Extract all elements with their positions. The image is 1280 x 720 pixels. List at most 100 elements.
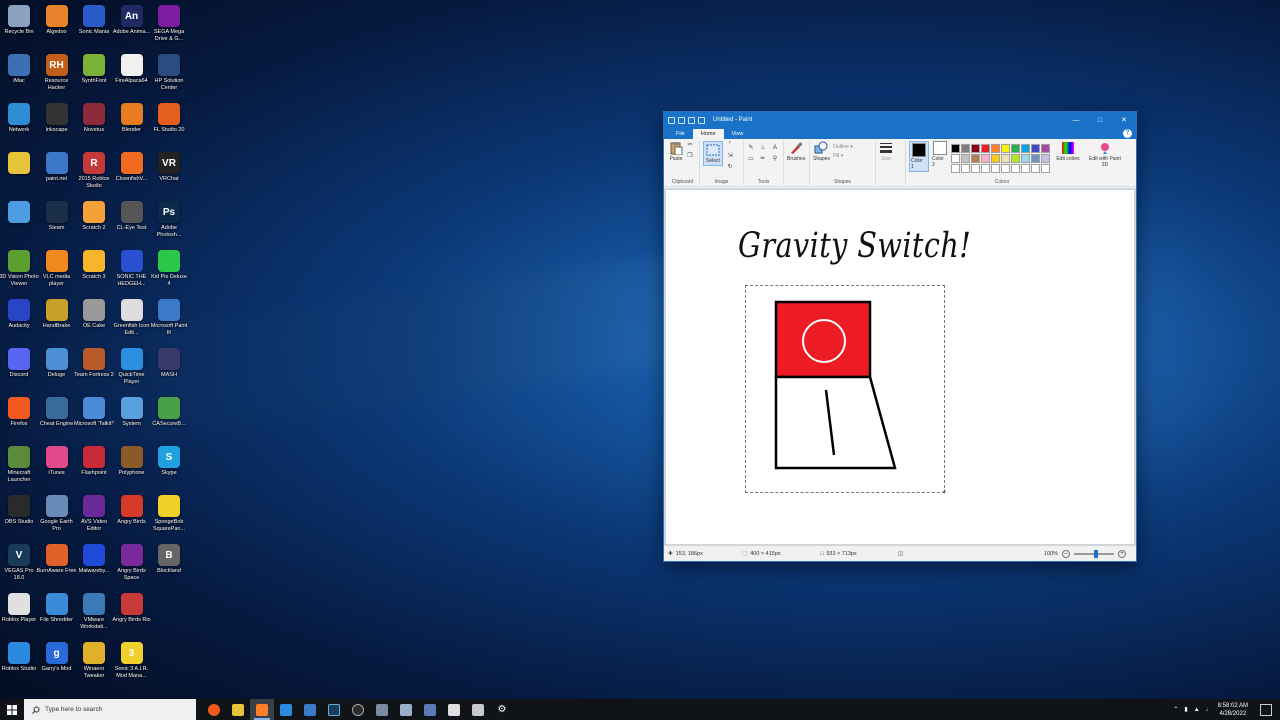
- desktop-icon[interactable]: QuickTime Player: [113, 345, 151, 393]
- taskbar-obs[interactable]: [346, 699, 370, 720]
- tab-home[interactable]: Home: [692, 129, 724, 139]
- fill-dropdown[interactable]: Fill ▾: [833, 152, 853, 161]
- desktop-icon[interactable]: Steam: [38, 198, 76, 246]
- desktop-icon[interactable]: Kid Pix Deluxe 4: [150, 247, 188, 295]
- desktop-icon[interactable]: iMac: [0, 51, 38, 99]
- color1-button[interactable]: Color 1: [909, 141, 929, 172]
- desktop-icon[interactable]: FL Studio 20: [150, 100, 188, 148]
- desktop-icon[interactable]: Ps Adobe Photosh...: [150, 198, 188, 246]
- crop-icon[interactable]: ⌜: [726, 141, 734, 149]
- taskbar-app-11[interactable]: [442, 699, 466, 720]
- taskbar-firefox[interactable]: [202, 699, 226, 720]
- palette-swatch[interactable]: [1021, 154, 1030, 163]
- desktop-icon[interactable]: Roblox Player: [0, 590, 38, 638]
- volume-icon[interactable]: ♩: [1206, 707, 1212, 713]
- desktop-icon[interactable]: AVS Video Editor: [75, 492, 113, 540]
- desktop-icon[interactable]: V VEGAS Pro 18.0: [0, 541, 38, 589]
- desktop-icon[interactable]: VLC media player: [38, 247, 76, 295]
- desktop-icon[interactable]: Firefox: [0, 394, 38, 442]
- palette-swatch[interactable]: [991, 164, 1000, 173]
- redo-icon[interactable]: [698, 116, 705, 124]
- close-button[interactable]: ✕: [1112, 112, 1136, 128]
- desktop-icon[interactable]: Audacity: [0, 296, 38, 344]
- desktop-icon[interactable]: Microsoft 'Talkit!': [74, 394, 114, 442]
- outline-dropdown[interactable]: Outline ▾: [833, 143, 853, 152]
- copy-icon[interactable]: ❐: [686, 152, 694, 160]
- desktop-icon[interactable]: Novetus: [75, 100, 113, 148]
- desktop-icon[interactable]: SEGA Mega Drive & G...: [150, 2, 188, 50]
- desktop-icon[interactable]: [150, 590, 188, 638]
- palette-swatch[interactable]: [951, 154, 960, 163]
- palette-swatch[interactable]: [1001, 154, 1010, 163]
- desktop-icon[interactable]: File Shredder: [38, 590, 76, 638]
- palette-swatch[interactable]: [1041, 164, 1050, 173]
- desktop-icon[interactable]: Scratch 3: [75, 247, 113, 295]
- desktop-icon[interactable]: Scratch 2: [75, 198, 113, 246]
- palette-swatch[interactable]: [961, 144, 970, 153]
- select-button[interactable]: Select: [703, 141, 723, 166]
- desktop-icon[interactable]: Cheat Engine: [38, 394, 76, 442]
- desktop-icon[interactable]: An Adobe Anima...: [113, 2, 151, 50]
- desktop-icon[interactable]: Malwareby...: [75, 541, 113, 589]
- desktop-icon[interactable]: System: [113, 394, 151, 442]
- palette-swatch[interactable]: [1031, 144, 1040, 153]
- desktop-icon[interactable]: iTunes: [38, 443, 76, 491]
- desktop-icon[interactable]: Angry Birds Rio: [112, 590, 151, 638]
- paste-button[interactable]: Paste: [669, 141, 683, 162]
- palette-swatch[interactable]: [971, 154, 980, 163]
- tab-file[interactable]: File: [668, 129, 693, 139]
- desktop-icon[interactable]: MASH: [150, 345, 188, 393]
- palette-swatch[interactable]: [1001, 144, 1010, 153]
- taskbar-app-9[interactable]: [394, 699, 418, 720]
- maximize-button[interactable]: □: [1088, 112, 1112, 128]
- desktop-icon[interactable]: OE Cake: [75, 296, 113, 344]
- desktop-icon[interactable]: HP Solution Center: [150, 51, 188, 99]
- desktop-icon[interactable]: SONIC THE HEDGEH...: [113, 247, 151, 295]
- desktop-icon[interactable]: Discord: [0, 345, 38, 393]
- text-icon[interactable]: A: [771, 144, 779, 152]
- desktop-icon[interactable]: Flashpoint: [75, 443, 113, 491]
- desktop-icon[interactable]: Minecraft Launcher: [0, 443, 38, 491]
- zoom-slider[interactable]: [1074, 549, 1114, 558]
- size-button[interactable]: Size: [879, 141, 893, 162]
- desktop-icon[interactable]: [0, 149, 38, 197]
- palette-swatch[interactable]: [1041, 154, 1050, 163]
- desktop-icon[interactable]: Angry Birds Space: [113, 541, 151, 589]
- zoom-out-button[interactable]: –: [1062, 549, 1070, 558]
- taskbar-file-explorer[interactable]: [226, 699, 250, 720]
- desktop-icon[interactable]: Polyphone: [113, 443, 151, 491]
- desktop-icon[interactable]: Blender: [113, 100, 151, 148]
- clock[interactable]: 8:58:02 AM 4/28/2022: [1218, 702, 1248, 718]
- undo-icon[interactable]: [688, 116, 695, 124]
- palette-swatch[interactable]: [971, 164, 980, 173]
- desktop-icon[interactable]: SpongeBob SquarePan...: [150, 492, 188, 540]
- desktop-icon[interactable]: S Skype: [150, 443, 188, 491]
- desktop-icon[interactable]: paint.net: [38, 149, 76, 197]
- color-picker-icon[interactable]: ✏: [759, 155, 767, 163]
- shapes-button[interactable]: Shapes: [813, 141, 830, 162]
- desktop-icon[interactable]: Team Fortress 2: [74, 345, 114, 393]
- pencil-icon[interactable]: ✎: [747, 144, 755, 152]
- palette-swatch[interactable]: [981, 164, 990, 173]
- cut-icon[interactable]: ✂: [686, 141, 694, 149]
- desktop-icon[interactable]: Sonic Mania: [75, 2, 113, 50]
- desktop-icon[interactable]: Angry Birds: [113, 492, 151, 540]
- desktop-icon[interactable]: [0, 198, 38, 246]
- palette-swatch[interactable]: [961, 164, 970, 173]
- palette-swatch[interactable]: [981, 154, 990, 163]
- desktop-icon[interactable]: VMware Workstati...: [75, 590, 113, 638]
- desktop-icon[interactable]: Algedoo: [38, 2, 76, 50]
- palette-swatch[interactable]: [1001, 164, 1010, 173]
- desktop-icon[interactable]: g Garry's Mod: [38, 639, 76, 687]
- desktop-icon[interactable]: FireAlpaca64: [113, 51, 151, 99]
- tray-chevron-icon[interactable]: ⌃: [1173, 706, 1178, 713]
- color2-button[interactable]: Color 2: [932, 141, 948, 168]
- rotate-icon[interactable]: ↻: [726, 163, 734, 171]
- brushes-button[interactable]: Brushes: [787, 141, 805, 162]
- palette-swatch[interactable]: [951, 144, 960, 153]
- fill-bucket-icon[interactable]: ♨: [759, 144, 767, 152]
- palette-swatch[interactable]: [961, 154, 970, 163]
- eraser-icon[interactable]: ▭: [747, 155, 755, 163]
- taskbar-vegas[interactable]: [322, 699, 346, 720]
- taskbar-settings[interactable]: ⚙: [490, 699, 514, 720]
